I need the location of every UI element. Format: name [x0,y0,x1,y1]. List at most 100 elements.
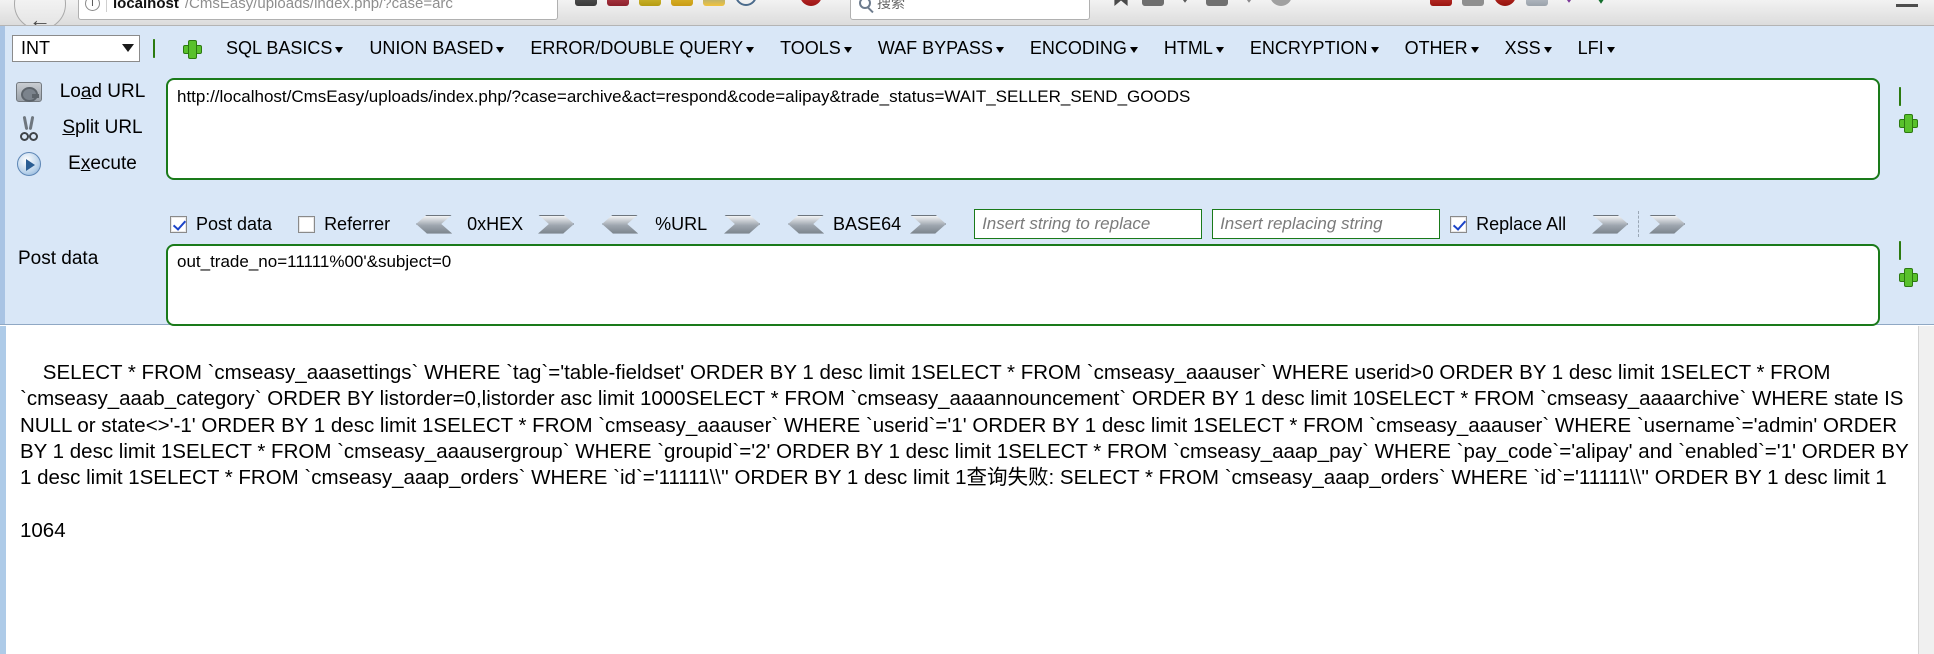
replace-from-input[interactable]: Insert string to replace [974,209,1203,239]
addon-red-icon[interactable] [1430,0,1452,6]
browser-chrome: ← i localhost /CmsEasy/uploads/index.php… [0,0,1934,26]
menu-label: TOOLS [780,37,841,58]
scissors-icon [12,115,46,141]
hamburger-menu-icon[interactable] [1896,4,1918,7]
menu-label: HTML [1163,37,1213,58]
addon-doc-icon[interactable] [1526,0,1548,6]
split-url-button[interactable]: Split URL [12,110,167,146]
extension-icon-2[interactable] [607,0,629,6]
page-scrollbar[interactable] [1918,326,1934,654]
replace-to-input[interactable]: Insert replacing string [1212,209,1441,239]
bookmark-icon[interactable] [1114,0,1128,6]
browser-toolbar-icons-right [1110,0,1292,6]
referrer-checkbox-label: Referrer [324,213,391,234]
menu-error-double-query[interactable]: ERROR/DOUBLE QUERY [530,37,755,59]
hex-decode-button[interactable] [416,215,452,234]
account-icon[interactable] [1270,0,1292,6]
replace-revert-button[interactable] [1649,215,1685,234]
url-add-row-button[interactable] [1899,114,1916,131]
extension-icon-3[interactable] [639,0,661,6]
url-encode-button[interactable] [724,215,760,234]
extension-icon-4[interactable] [671,0,693,6]
browser-shield-group [800,0,822,6]
encoder-url-group: %URL [602,214,760,235]
search-placeholder: 搜索 [877,0,905,11]
hackbar-options-row: Post data Referrer 0xHEX %URL BASE64 Ins… [170,208,1685,240]
chevron-down-icon [746,47,755,53]
url-decode-button[interactable] [602,215,638,234]
replace-all-label: Replace All [1476,213,1567,234]
url-input[interactable]: http://localhost/CmsEasy/uploads/index.p… [166,78,1880,180]
url-field-row-controls [1886,87,1916,131]
shield-icon[interactable] [800,0,822,6]
post-data-checkbox[interactable] [170,215,187,233]
menu-xss[interactable]: XSS [1505,38,1552,59]
chevron-down-icon [122,44,134,52]
sidebar-icon[interactable] [1206,0,1228,6]
chevron-down-icon[interactable] [1174,0,1196,3]
menu-encryption[interactable]: ENCRYPTION [1250,38,1379,59]
minus-icon [1899,241,1901,260]
replace-all-checkbox[interactable] [1450,215,1468,233]
add-row-button[interactable] [183,40,200,57]
chevron-down-icon [843,47,852,53]
type-select-value: INT [21,37,50,58]
sql-query-dump: SELECT * FROM `cmseasy_aaasettings` WHER… [20,334,1912,596]
menu-html[interactable]: HTML [1164,38,1224,59]
hackbar-panel: INT SQL BASICS UNION BASED ERROR/DOUBLE … [0,26,1934,326]
browser-extension-icons [575,0,725,6]
menu-label: ERROR/DOUBLE QUERY [530,37,744,58]
addon-green-icon[interactable] [1590,0,1612,4]
chevron-down-icon [335,47,344,53]
hackbar-left-edge [0,26,5,324]
page-content: SELECT * FROM `cmseasy_aaasettings` WHER… [0,326,1934,654]
downloads-icon[interactable] [1238,0,1260,3]
extension-icon-5[interactable] [703,0,725,6]
menu-other[interactable]: OTHER [1405,38,1479,59]
search-box[interactable]: 搜索 [850,0,1090,20]
disk-icon [12,82,46,102]
address-bar-host: localhost [113,0,179,12]
post-add-row-button[interactable] [1899,268,1916,285]
post-data-label: Post data [18,248,99,269]
encoder-base64-group: BASE64 [788,214,946,235]
hex-encode-button[interactable] [538,215,574,234]
remove-row-button[interactable] [153,38,170,58]
execute-button[interactable]: Execute [12,146,167,182]
menu-sql-basics[interactable]: SQL BASICS [226,37,344,59]
load-url-button[interactable]: Load URL [12,74,167,110]
sql-query-text: SELECT * FROM `cmseasy_aaasettings` WHER… [20,361,1915,490]
post-remove-row-button[interactable] [1899,241,1916,260]
minus-icon [1899,87,1901,106]
hackbar-menu-row: INT SQL BASICS UNION BASED ERROR/DOUBLE … [12,31,1615,65]
back-arrow-icon: ← [29,7,51,26]
menu-waf-bypass[interactable]: WAF BYPASS [878,38,1004,59]
extension-icon-1[interactable] [575,0,597,6]
library-icon[interactable] [1142,0,1164,6]
referrer-checkbox[interactable] [298,215,316,233]
browser-reload-group [735,0,757,6]
address-bar-divider [106,0,107,12]
menu-encoding[interactable]: ENCODING [1030,38,1138,59]
back-button[interactable]: ← [14,0,66,26]
base64-decode-button[interactable] [788,215,824,234]
reload-icon[interactable] [735,0,757,6]
page-left-edge [0,326,6,654]
addon-shield-icon[interactable] [1494,0,1516,6]
menu-label: SQL BASICS [226,37,333,58]
addon-grey-icon[interactable] [1462,0,1484,6]
base64-encode-button[interactable] [910,215,946,234]
post-data-input[interactable]: out_trade_no=11111%00'&subject=0 [166,244,1880,326]
chevron-down-icon [1606,47,1615,53]
address-bar[interactable]: i localhost /CmsEasy/uploads/index.php/?… [78,0,558,20]
url-remove-row-button[interactable] [1899,87,1916,106]
type-select[interactable]: INT [12,34,140,62]
chevron-down-icon [496,47,505,53]
addon-purple-icon[interactable] [1558,0,1580,3]
replace-apply-button[interactable] [1592,215,1628,234]
chevron-down-icon [1370,47,1379,53]
menu-lfi[interactable]: LFI [1578,38,1615,59]
site-identity-icon: i [85,0,100,11]
menu-tools[interactable]: TOOLS [780,38,852,59]
menu-union-based[interactable]: UNION BASED [369,38,505,59]
